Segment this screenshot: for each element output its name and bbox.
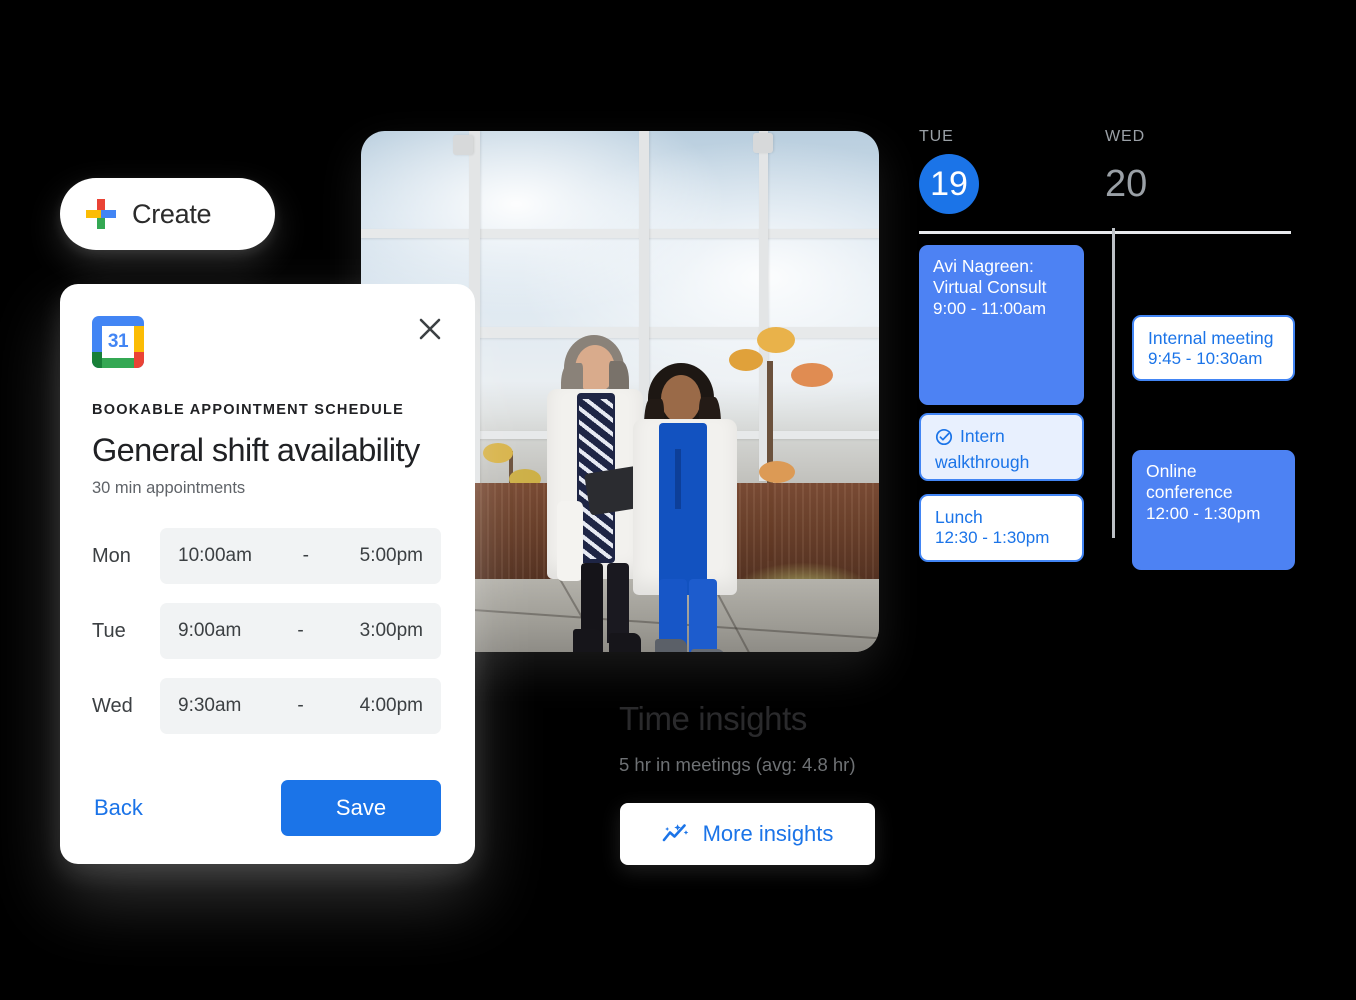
page-title: General shift availability: [92, 432, 420, 468]
more-insights-label: More insights: [702, 821, 834, 846]
dialog-actions: Back Save: [92, 780, 441, 836]
photo-foliage: [483, 443, 513, 463]
calendar-event[interactable]: Lunch 12:30 - 1:30pm: [919, 494, 1084, 562]
slot-time-field[interactable]: 9:30am - 4:00pm: [160, 678, 441, 735]
calendar-event-time: 12:30 - 1:30pm: [935, 528, 1050, 548]
google-calendar-icon-day: 31: [107, 331, 129, 352]
calendar-column-wed[interactable]: WED 20: [1105, 128, 1291, 214]
slot-dash: -: [297, 620, 304, 642]
more-insights-button[interactable]: More insights: [620, 803, 875, 865]
calendar-panel: TUE 19 WED 20 Avi Nagreen: Virtual Consu…: [919, 128, 1295, 570]
slot-time-field[interactable]: 10:00am - 5:00pm: [160, 528, 441, 585]
time-insights-section: Time insights 5 hr in meetings (avg: 4.8…: [619, 700, 919, 776]
calendar-event-title2: Virtual Consult: [933, 277, 1047, 298]
calendar-event-title: Intern: [960, 426, 1005, 446]
photo-scrubs-top: [659, 423, 707, 595]
save-button[interactable]: Save: [281, 780, 441, 836]
screenshot-root: Create 31 BOOKABLE APPOINTMENT SCHEDULE …: [0, 0, 1356, 1000]
close-icon[interactable]: [413, 312, 447, 346]
photo-foliage: [791, 363, 833, 387]
slot-time-field[interactable]: 9:00am - 3:00pm: [160, 603, 441, 660]
photo-foliage: [729, 349, 763, 371]
dialog-kicker: BOOKABLE APPOINTMENT SCHEDULE: [92, 402, 405, 418]
slot-start-time: 10:00am: [178, 545, 252, 567]
calendar-header: TUE 19 WED 20: [919, 128, 1291, 214]
list-item: Wed 9:30am - 4:00pm: [92, 678, 441, 735]
back-button[interactable]: Back: [92, 787, 145, 829]
photo-foliage: [757, 327, 795, 353]
calendar-event-time: 12:00 - 1:30pm: [1146, 503, 1261, 523]
dialog-subtitle: 30 min appointments: [92, 479, 246, 498]
list-item: Mon 10:00am - 5:00pm: [92, 528, 441, 585]
calendar-event-title2: conference: [1146, 482, 1233, 503]
photo-lanyard: [675, 449, 681, 509]
calendar-event-title: Internal meeting: [1148, 328, 1274, 348]
photo-beam: [361, 229, 879, 238]
photo-coat-sleeve: [557, 501, 583, 581]
slot-start-time: 9:30am: [178, 695, 242, 717]
calendar-event-title: Avi Nagreen:: [933, 256, 1034, 276]
calendar-column-tue[interactable]: TUE 19: [919, 128, 1105, 214]
calendar-event-title2: walkthrough: [935, 451, 1030, 472]
slot-end-time: 4:00pm: [359, 695, 423, 717]
calendar-event-time: 9:00 - 11:00am: [933, 298, 1047, 318]
google-calendar-icon: 31: [92, 316, 144, 368]
slot-day-label: Tue: [92, 619, 126, 642]
photo-beam-cap: [753, 133, 773, 153]
calendar-daynum[interactable]: 20: [1105, 154, 1291, 214]
calendar-daynum-today[interactable]: 19: [919, 154, 979, 214]
calendar-event-time: 9:45 - 10:30am: [1148, 349, 1263, 369]
photo-foliage: [759, 461, 795, 483]
calendar-event-title: Lunch: [935, 507, 983, 527]
slot-end-time: 5:00pm: [359, 545, 423, 567]
list-item: Tue 9:00am - 3:00pm: [92, 603, 441, 660]
calendar-column-divider: [1112, 228, 1115, 538]
calendar-dow-label: TUE: [919, 128, 954, 145]
slot-start-time: 9:00am: [178, 620, 242, 642]
slot-end-time: 3:00pm: [359, 620, 423, 642]
calendar-event[interactable]: Internal meeting 9:45 - 10:30am: [1132, 315, 1295, 381]
create-button-label: Create: [132, 198, 212, 229]
calendar-header-rule: [919, 231, 1291, 234]
availability-slot-list: Mon 10:00am - 5:00pm Tue 9:00am - 3:00pm…: [92, 528, 441, 735]
slot-day-label: Wed: [92, 694, 133, 717]
calendar-dow-label: WED: [1105, 128, 1146, 145]
slot-day-label: Mon: [92, 544, 131, 567]
calendar-event[interactable]: Online conference 12:00 - 1:30pm: [1132, 450, 1295, 570]
time-insights-subtitle: 5 hr in meetings (avg: 4.8 hr): [619, 754, 856, 775]
photo-beam-cap: [453, 135, 473, 155]
time-insights-title: Time insights: [619, 700, 807, 737]
slot-dash: -: [297, 695, 304, 717]
insights-sparkle-icon: [662, 821, 689, 848]
google-plus-icon: [86, 199, 116, 229]
calendar-event[interactable]: Intern walkthrough: [919, 413, 1084, 481]
appointment-schedule-dialog: 31 BOOKABLE APPOINTMENT SCHEDULE General…: [60, 284, 475, 864]
calendar-event-title: Online: [1146, 461, 1197, 481]
check-circle-icon: [935, 428, 953, 452]
slot-dash: -: [302, 545, 309, 567]
calendar-event[interactable]: Avi Nagreen: Virtual Consult 9:00 - 11:0…: [919, 245, 1084, 405]
create-button[interactable]: Create: [60, 178, 275, 250]
